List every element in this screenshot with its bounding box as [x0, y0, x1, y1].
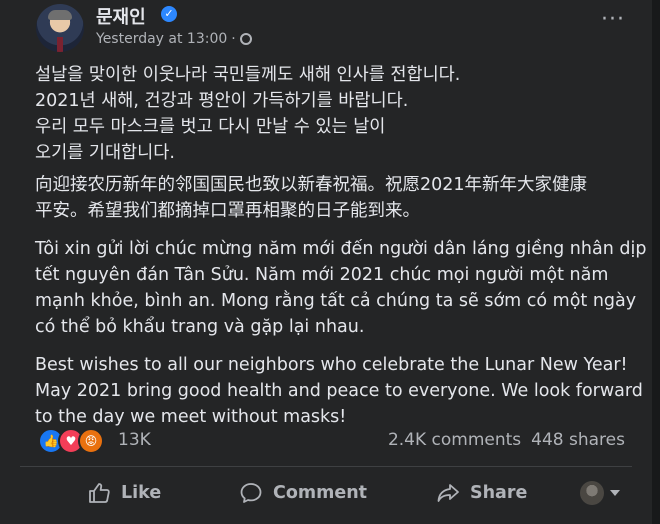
like-label: Like — [121, 483, 162, 503]
verified-badge-icon: ✓ — [161, 6, 177, 22]
globe-icon[interactable] — [239, 33, 252, 45]
chevron-down-icon — [610, 490, 620, 496]
shares-count[interactable]: 448 shares — [531, 430, 625, 450]
page-edge — [652, 0, 660, 524]
avatar-tie — [57, 37, 63, 52]
comment-button[interactable]: Comment — [239, 474, 367, 512]
share-button[interactable]: Share — [436, 474, 527, 512]
post-paragraph-korean: 설날을 맞이한 이웃나라 국민들께도 새해 인사를 전합니다. 2021년 새해… — [35, 65, 461, 163]
post-card: 문재인 ✓ Yesterday at 13:00 · ··· 설날을 맞이한 이웃… — [0, 0, 652, 524]
share-label: Share — [470, 483, 528, 503]
engagement-counts: 2.4K comments 448 shares — [388, 430, 625, 450]
react-as-selector[interactable] — [580, 481, 620, 505]
post-timestamp[interactable]: Yesterday at 13:00 — [96, 31, 227, 47]
comments-count[interactable]: 2.4K comments — [388, 430, 521, 450]
author-name[interactable]: 문재인 — [96, 3, 146, 29]
comment-icon — [240, 483, 262, 503]
angry-reaction-icon: 😡 — [78, 428, 104, 454]
thumbs-up-icon — [89, 483, 110, 503]
comment-label: Comment — [273, 483, 368, 503]
share-arrow-icon — [437, 484, 459, 502]
reaction-count[interactable]: 13K — [118, 430, 151, 450]
post-paragraph-vietnamese: Tôi xin gửi lời chúc mừng năm mới đến ng… — [35, 239, 647, 337]
post-meta: Yesterday at 13:00 · — [96, 31, 252, 47]
divider — [20, 466, 632, 467]
author-avatar[interactable] — [36, 4, 84, 52]
post-paragraph-chinese: 向迎接农历新年的邻国国民也致以新春祝福。祝愿2021年新年大家健康 平安。希望我… — [35, 175, 588, 221]
meta-separator: · — [231, 31, 236, 47]
mini-avatar — [580, 481, 604, 505]
post-body: 설날을 맞이한 이웃나라 국민들께도 새해 인사를 전합니다. 2021년 새해… — [35, 62, 647, 442]
avatar-hair — [48, 10, 72, 20]
like-button[interactable]: Like — [87, 474, 161, 512]
more-options-icon[interactable]: ··· — [598, 9, 628, 35]
post-paragraph-english: Best wishes to all our neighbors who cel… — [35, 355, 643, 427]
